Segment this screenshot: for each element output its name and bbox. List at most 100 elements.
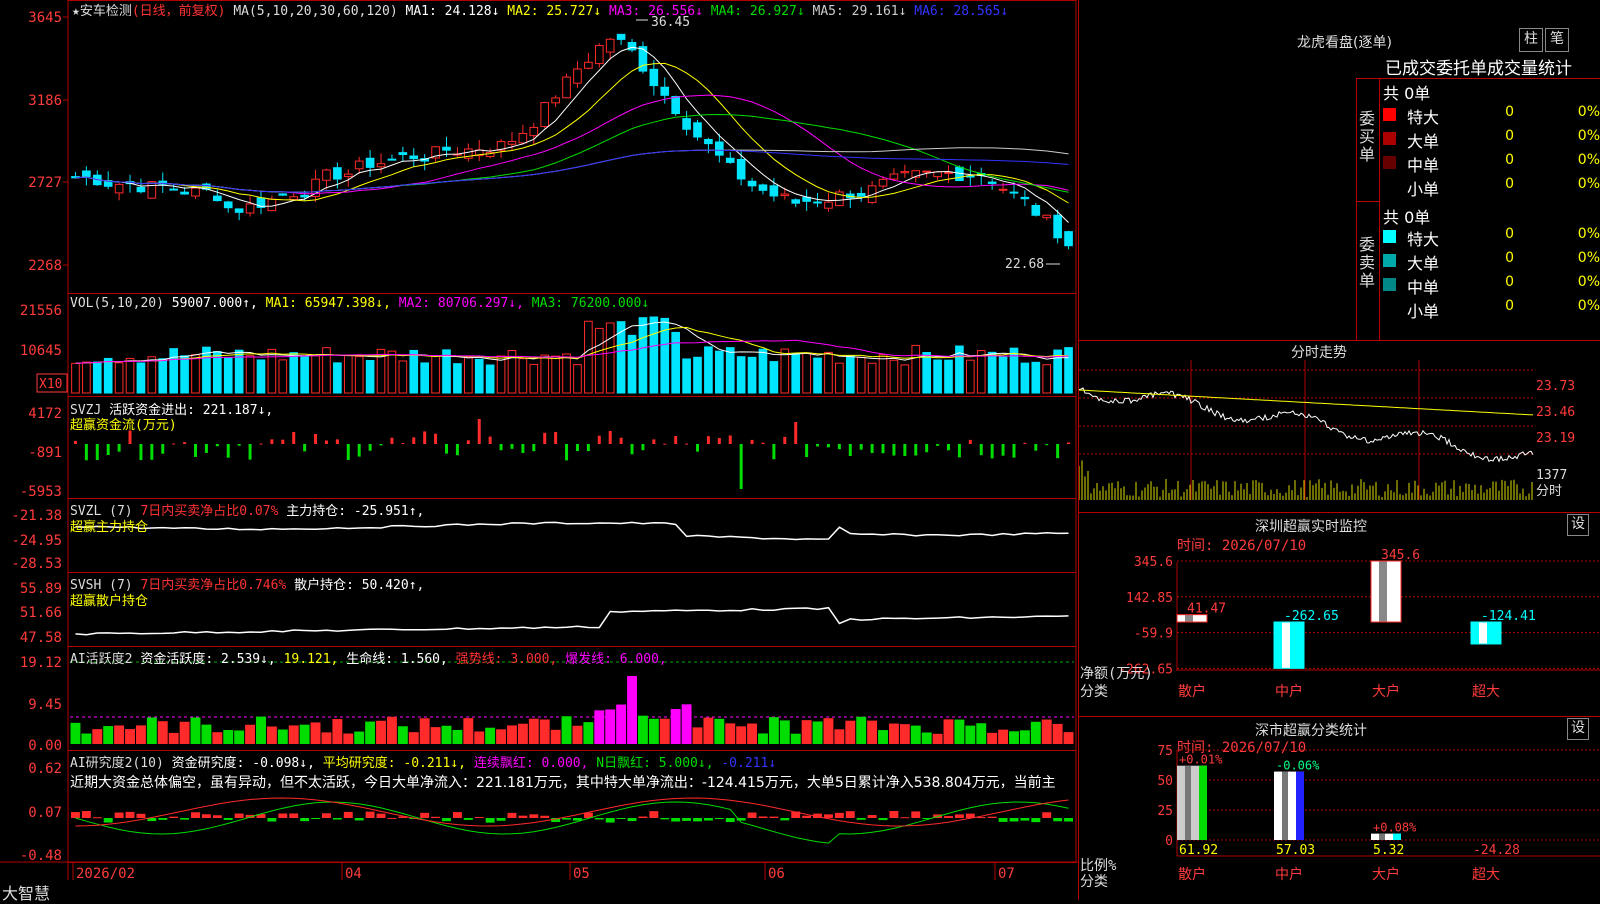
svsh-legend-item: 7日内买卖净占比0.746%	[140, 578, 295, 593]
research-bar	[267, 818, 277, 822]
divider	[1079, 512, 1600, 513]
legend-swatch	[1383, 230, 1396, 243]
monitor-settings-button[interactable]: 设	[1567, 514, 1589, 536]
activity-bar	[867, 720, 878, 744]
classify-change-label: +0.01%	[1179, 753, 1223, 767]
volume-bar	[409, 349, 419, 394]
flow-bar	[445, 444, 448, 454]
candle-body	[715, 141, 724, 156]
volume-bar	[474, 358, 484, 394]
activity-bar	[157, 721, 168, 744]
stock-name: 安车检测	[79, 4, 132, 19]
classify-settings-button[interactable]: 设	[1567, 718, 1589, 740]
flow-bar	[455, 444, 459, 456]
activity-bar	[670, 708, 681, 744]
research-bar	[518, 815, 528, 818]
research-bar	[442, 818, 451, 822]
research-bar	[136, 813, 146, 818]
volume-bar	[693, 356, 702, 394]
volume-bar	[1042, 364, 1052, 394]
svsh-sub: 超赢散户持仓	[70, 594, 149, 609]
activity-bar	[998, 729, 1009, 744]
classify-title: 深市超赢分类统计	[1255, 723, 1367, 739]
volume-bar	[671, 331, 680, 394]
flow-bar	[597, 435, 601, 444]
research-bar	[496, 818, 506, 821]
activity-bar	[736, 726, 747, 744]
flow-bar	[434, 433, 438, 444]
volume-bar	[245, 355, 255, 394]
candle-body	[376, 163, 386, 168]
flow-bar	[837, 444, 841, 450]
research-bar	[725, 818, 735, 823]
holding-tick-label: -28.53	[11, 556, 62, 572]
activity-bar	[256, 716, 266, 744]
volume-bar	[900, 364, 910, 394]
volume-bar	[966, 359, 975, 394]
flow-bar	[565, 444, 569, 461]
research-bar	[911, 811, 921, 818]
activity-bar	[277, 729, 288, 744]
activity-bar	[801, 720, 812, 744]
activity-bar	[376, 720, 386, 744]
flow-bar	[270, 439, 274, 444]
volume-bar	[605, 322, 615, 394]
intraday-chart[interactable]: 23.73 23.46 23.19 1377分时	[1079, 360, 1600, 520]
tick-view-button[interactable]: 笔	[1545, 28, 1569, 52]
flow-bar	[957, 444, 961, 458]
volume-tick-label: 10645	[20, 343, 62, 359]
activity-bar	[245, 724, 256, 744]
star-icon[interactable]: ★	[72, 4, 80, 19]
research-bar	[769, 816, 779, 818]
research-bar	[1031, 818, 1041, 823]
research-bar	[1064, 818, 1073, 822]
row-percent: 0%	[1577, 274, 1600, 290]
classify-change-label: +0.08%	[1373, 821, 1417, 835]
research-tick-label: 0.62	[28, 761, 62, 777]
candle-body	[900, 171, 910, 174]
research-bar	[682, 818, 692, 821]
row-percent: 0%	[1577, 176, 1600, 192]
column-view-button[interactable]: 柱	[1519, 28, 1543, 52]
research-bar	[845, 811, 855, 818]
flow-bar	[226, 444, 230, 458]
period-label[interactable]: (日线，前复权)	[132, 4, 226, 19]
candle-body	[660, 86, 670, 96]
price-tick-label: 3645	[28, 10, 62, 26]
flow-bar	[357, 444, 361, 457]
research-bar	[125, 811, 135, 818]
activity-bar	[1019, 730, 1030, 744]
candle-body	[234, 208, 244, 213]
activity-bar	[659, 718, 670, 744]
volume-bar	[92, 361, 102, 394]
sell-side-label: 委卖单	[1359, 235, 1376, 290]
vol-legend: VOL(5,10,20) 59007.000↑, MA1: 65947.398↓…	[70, 296, 649, 311]
candle-body	[82, 170, 91, 177]
activity-bar	[616, 704, 627, 744]
activity-bar	[888, 723, 899, 744]
monitor-value-label: -262.65	[1284, 609, 1339, 624]
activity-bar	[310, 722, 321, 744]
row-label: 小单	[1407, 180, 1440, 199]
flow-bar	[521, 444, 525, 454]
main-holding-line	[75, 521, 1069, 541]
ai_act-legend-item: 爆发线: 6.000,	[565, 652, 667, 667]
research-bar	[191, 812, 200, 818]
ai_res-legend-item: N日飘红: 5.000↓,	[596, 756, 722, 771]
ai-research-legend: AI研究度2(10) 资金研究度: -0.098↓, 平均研究度: -0.211…	[70, 752, 776, 771]
flow-bar	[423, 431, 427, 444]
classify-value-label: 61.92	[1179, 843, 1218, 858]
flow-bar	[1067, 442, 1071, 444]
research-bar	[463, 818, 473, 820]
activity-bar	[441, 725, 452, 744]
activity-bar	[627, 676, 637, 744]
candle-body	[944, 171, 953, 174]
research-bar	[201, 814, 211, 818]
volume-bar	[1064, 347, 1073, 394]
brand-logo[interactable]: 大智慧	[2, 880, 50, 904]
candle-body	[267, 198, 277, 212]
flow-bar	[248, 444, 252, 460]
flow-tick-label: -5953	[20, 484, 62, 500]
activity-bar	[419, 718, 430, 744]
activity-bar	[681, 704, 692, 744]
